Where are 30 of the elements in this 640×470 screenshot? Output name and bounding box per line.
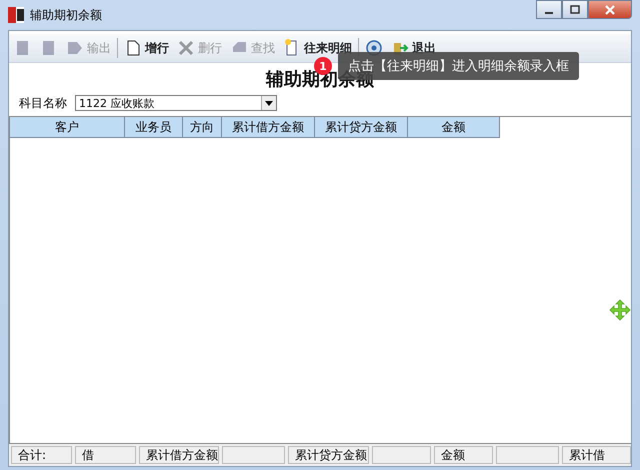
value-field (372, 446, 431, 464)
close-icon (604, 4, 616, 14)
minimize-icon (545, 12, 553, 14)
column-header[interactable]: 方向 (183, 117, 222, 138)
column-header[interactable]: 业务员 (125, 117, 183, 138)
toolbar-button[interactable]: 增行 (122, 39, 171, 57)
status-cell: 合计: (11, 446, 72, 464)
window-title: 辅助期初余额 (30, 6, 102, 24)
status-cell: 累计贷方金额 (288, 446, 369, 464)
maximize-icon (570, 4, 580, 14)
close-button[interactable] (588, 0, 632, 19)
column-header[interactable]: 累计借方金额 (222, 117, 315, 138)
toolbar-button[interactable]: 往来明细 (281, 39, 354, 57)
minimize-button[interactable] (536, 0, 562, 19)
column-header[interactable]: 累计贷方金额 (315, 117, 408, 138)
maximize-button[interactable] (562, 0, 588, 19)
value-field (222, 446, 286, 464)
status-cell: 借 (75, 446, 136, 464)
column-header[interactable]: 客户 (10, 117, 125, 138)
cross-icon (177, 39, 195, 57)
subject-label: 科目名称 (19, 94, 67, 112)
column-header[interactable]: 金额 (408, 117, 500, 138)
subject-dropdown[interactable]: 1122 应收账款 (75, 95, 277, 111)
status-cell: 金额 (434, 446, 494, 464)
value-field (496, 446, 560, 464)
arrow-icon (66, 39, 84, 57)
status-cell: 累计借方金额 (139, 446, 220, 464)
status-cell: 累计借 (562, 446, 632, 464)
move-cursor-icon (609, 299, 631, 321)
app-logo-icon (8, 7, 24, 23)
